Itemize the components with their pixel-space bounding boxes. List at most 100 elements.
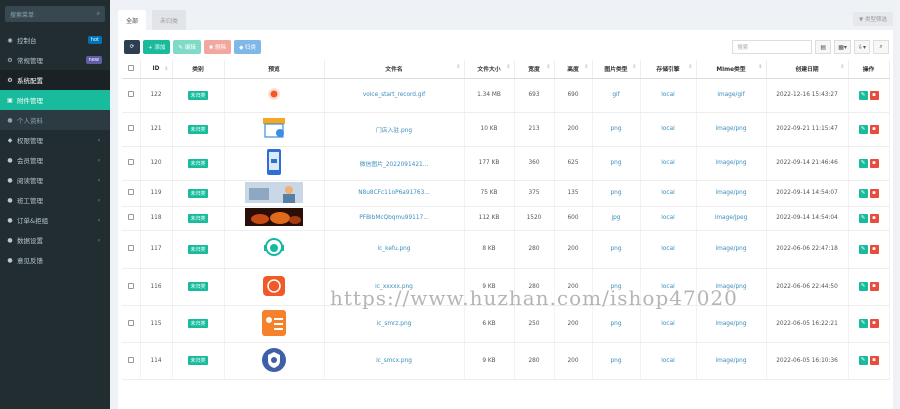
column-header-8[interactable]: 图片类型 ⇕ xyxy=(592,60,641,79)
filename-link[interactable]: 微信图片_2022091421... xyxy=(324,146,465,181)
trash-icon[interactable]: ▪ xyxy=(869,244,879,254)
table-search-input[interactable]: 搜索 xyxy=(732,40,813,54)
sort-icon[interactable]: ⇕ xyxy=(840,64,844,70)
trash-icon[interactable]: ▪ xyxy=(869,90,879,100)
categorize-button[interactable]: ◆ 归类 xyxy=(234,40,262,54)
search-icon[interactable]: ⌕ xyxy=(873,40,889,54)
trash-icon[interactable]: ▪ xyxy=(869,282,879,291)
row-checkbox-cell[interactable] xyxy=(122,268,141,306)
column-header-5[interactable]: 文件大小 ⇕ xyxy=(464,60,515,79)
row-checkbox[interactable] xyxy=(127,91,134,97)
row-checkbox[interactable] xyxy=(127,189,134,195)
mime-link[interactable]: image/png xyxy=(696,342,767,380)
thumbnail-fire[interactable] xyxy=(245,208,303,228)
sort-icon[interactable]: ⇕ xyxy=(584,64,588,70)
storage-link[interactable]: local xyxy=(640,180,697,207)
trash-icon[interactable]: ▪ xyxy=(869,158,879,168)
row-checkbox[interactable] xyxy=(127,319,134,326)
preview-cell[interactable] xyxy=(224,146,325,181)
sidebar-item-2[interactable]: ⚙ 系统配置 xyxy=(0,70,110,90)
edit-button[interactable]: ✎ 编辑 xyxy=(173,40,201,54)
edit-icon[interactable]: ✎ xyxy=(858,90,868,100)
storage-link[interactable]: local xyxy=(640,146,697,181)
row-checkbox-cell[interactable] xyxy=(122,206,141,231)
row-checkbox[interactable] xyxy=(127,245,134,251)
preview-cell[interactable] xyxy=(224,342,325,380)
storage-link[interactable]: local xyxy=(640,230,697,269)
thumbnail-orange-dot[interactable] xyxy=(267,87,281,103)
edit-icon[interactable]: ✎ xyxy=(858,244,868,254)
sidebar-item-6[interactable]: ● 会员管理 ‹ xyxy=(0,150,110,170)
row-checkbox[interactable] xyxy=(127,356,134,363)
sidebar-item-8[interactable]: ● 班工管理 ‹ xyxy=(0,190,110,210)
preview-cell[interactable] xyxy=(224,112,325,147)
tab-all[interactable]: 全部 xyxy=(118,10,147,30)
row-checkbox[interactable] xyxy=(127,125,134,131)
column-header-3[interactable]: 预览 xyxy=(224,60,325,79)
row-checkbox-cell[interactable] xyxy=(122,342,141,380)
filename-link[interactable]: voice_start_record.gif xyxy=(324,78,465,113)
preview-cell[interactable] xyxy=(224,230,325,269)
storage-link[interactable]: local xyxy=(640,206,697,231)
column-header-6[interactable]: 宽度 ⇕ xyxy=(514,60,555,79)
row-checkbox[interactable] xyxy=(127,159,134,165)
sidebar-item-7[interactable]: ● 阅读管理 ‹ xyxy=(0,170,110,190)
edit-icon[interactable]: ✎ xyxy=(858,188,868,198)
image-type-link[interactable]: png xyxy=(592,146,641,181)
thumbnail-card[interactable] xyxy=(261,309,287,339)
table-row[interactable]: 119 未归类 N8u8CFc11oP6a91763... 75 KB 375 135 pn… xyxy=(122,180,890,207)
mime-link[interactable]: image/gif xyxy=(696,78,767,113)
column-header-1[interactable]: ID ⇕ xyxy=(140,60,173,79)
edit-icon[interactable]: ✎ xyxy=(858,356,868,365)
mime-link[interactable]: image/png xyxy=(696,180,767,207)
column-header-12[interactable]: 操作 xyxy=(848,60,890,79)
sort-icon[interactable]: ⇕ xyxy=(506,64,510,70)
column-header-4[interactable]: 文件名 ⇕ xyxy=(324,60,465,79)
filename-link[interactable]: N8u8CFc11oP6a91763... xyxy=(324,180,465,207)
mime-link[interactable]: image/jpeg xyxy=(696,206,767,231)
row-checkbox-cell[interactable] xyxy=(122,146,141,181)
preview-cell[interactable] xyxy=(224,305,325,343)
filename-link[interactable]: ic_smcx.png xyxy=(324,342,465,380)
trash-icon[interactable]: ▪ xyxy=(869,213,879,223)
table-row[interactable]: 122 未归类 voice_start_record.gif 1.34 MB 693 69… xyxy=(122,78,890,113)
edit-icon[interactable]: ✎ xyxy=(858,213,868,223)
row-checkbox-cell[interactable] xyxy=(122,180,141,207)
table-row[interactable]: 117 未归类 ic_kefu.png 8 KB 280 200 png local image… xyxy=(122,230,890,269)
export-icon[interactable]: ⇩▾ xyxy=(853,40,870,54)
column-header-2[interactable]: 类别 xyxy=(172,60,225,79)
storage-link[interactable]: local xyxy=(640,112,697,147)
sort-icon[interactable]: ⇕ xyxy=(546,64,550,70)
mime-link[interactable]: image/png xyxy=(696,230,767,269)
preview-cell[interactable] xyxy=(224,180,325,207)
row-checkbox-cell[interactable] xyxy=(122,305,141,343)
sidebar-item-4[interactable]: ● 个人资料 xyxy=(0,110,110,130)
select-all-checkbox[interactable] xyxy=(127,64,134,71)
thumbnail-phone[interactable] xyxy=(266,148,282,178)
thumbnail-banner[interactable] xyxy=(245,181,303,205)
column-header-10[interactable]: Mime类型 ⇕ xyxy=(696,60,767,79)
column-header-11[interactable]: 创建日期 ⇕ xyxy=(766,60,849,79)
sort-icon[interactable]: ⇕ xyxy=(632,64,636,70)
table-row[interactable]: 118 未归类 PFBlbMcQbqmu99117... 112 KB 1520 600 j… xyxy=(122,206,890,231)
edit-icon[interactable]: ✎ xyxy=(858,319,868,328)
trash-icon[interactable]: ▪ xyxy=(869,188,879,198)
filename-link[interactable]: PFBlbMcQbqmu99117... xyxy=(324,206,465,231)
sidebar-search-input[interactable]: 搜索菜单 ⌕ xyxy=(5,6,105,22)
trash-icon[interactable]: ▪ xyxy=(869,356,879,365)
column-header-9[interactable]: 存储引擎 ⇕ xyxy=(640,60,697,79)
preview-cell[interactable] xyxy=(224,268,325,306)
search-icon[interactable]: ⌕ xyxy=(97,10,100,18)
table-row[interactable]: 120 未归类 微信图片_2022091421... 177 KB 360 625 png l… xyxy=(122,146,890,181)
trash-icon[interactable]: ▪ xyxy=(869,319,879,328)
row-checkbox-cell[interactable] xyxy=(122,112,141,147)
row-checkbox-cell[interactable] xyxy=(122,78,141,113)
image-type-link[interactable]: png xyxy=(592,342,641,380)
row-checkbox[interactable] xyxy=(127,214,134,220)
sidebar-item-0[interactable]: ◉ 控制台 hot xyxy=(0,30,110,50)
tab-uncategorized[interactable]: 未归类 xyxy=(152,10,187,30)
sort-icon[interactable]: ⇕ xyxy=(164,66,168,72)
storage-link[interactable]: local xyxy=(640,342,697,380)
column-header-0[interactable] xyxy=(122,60,141,79)
sidebar-item-3[interactable]: ▣ 附件管理 xyxy=(0,90,110,110)
